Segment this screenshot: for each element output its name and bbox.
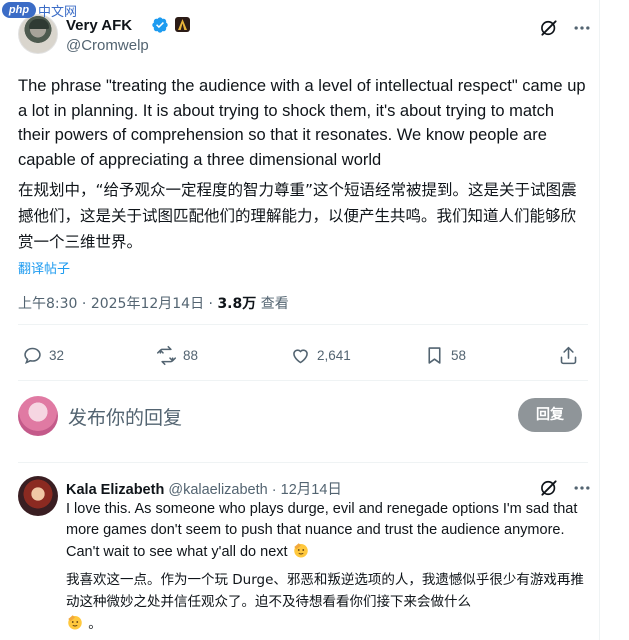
tweet-detail: Very AFK @Cromwelp The phrase "treating … [0,0,600,640]
heart-icon [293,348,308,363]
bookmark-count: 58 [451,347,467,363]
reply-text: I love this. As someone who plays durge,… [66,499,586,563]
reply-count: 32 [49,347,65,363]
author-header: Very AFK @Cromwelp [18,14,598,58]
reply-input[interactable]: 发布你的回复 [68,403,182,430]
more-options-icon[interactable] [571,478,593,498]
bookmark-action[interactable]: 58 [424,340,466,370]
saluting-face-emoji-icon [68,615,82,630]
author-avatar[interactable] [18,14,58,54]
repost-icon [156,345,177,365]
watermark-logo: php [2,2,36,18]
divider [18,324,588,325]
share-action[interactable] [558,340,585,370]
reply-text-body: I love this. As someone who plays durge,… [66,501,578,560]
site-watermark: php 中文网 [0,0,96,20]
share-icon [560,346,577,364]
reply-tweet[interactable]: Kala Elizabeth @kalaelizabeth · 12月14日 I… [18,476,590,640]
repost-count: 88 [183,347,199,363]
reply-translation-tail: 。 [88,616,102,632]
like-count: 2,641 [317,347,351,363]
saluting-face-emoji-icon [293,543,308,558]
tweet-date[interactable]: 2025年12月14日 [91,296,204,312]
reply-date[interactable]: 12月14日 [281,482,342,498]
more-options-icon[interactable] [571,18,593,38]
like-action[interactable]: 2,641 [290,340,351,370]
repost-action[interactable]: 88 [156,340,198,370]
grok-icon[interactable] [539,18,559,38]
current-user-avatar[interactable] [18,396,58,436]
reply-author-avatar[interactable] [18,476,58,516]
reply-icon [24,347,41,364]
separator-dot: · [271,482,277,498]
reply-translation-body: 我喜欢这一点。作为一个玩 Durge、邪恶和叛逆选项的人，我遗憾似乎很少有游戏再… [66,572,584,610]
verified-badge-icon [152,17,168,33]
divider [18,380,588,381]
game-badge-icon[interactable] [175,17,190,32]
reply-translation: 我喜欢这一点。作为一个玩 Durge、邪恶和叛逆选项的人，我遗憾似乎很少有游戏再… [66,569,586,635]
divider [18,462,588,463]
grok-icon[interactable] [539,478,559,498]
action-bar: 32 88 2,641 58 [18,340,588,370]
views-count: 3.8万 [217,296,257,312]
reply-submit-button[interactable]: 回复 [518,398,582,432]
views-label: 查看 [260,296,289,312]
tweet-meta: 上午8:30 · 2025年12月14日 · 3.8万 查看 [18,296,289,312]
bookmark-icon [428,346,441,364]
reply-composer: 发布你的回复 回复 [18,393,588,443]
translate-post-link[interactable]: 翻译帖子 [18,258,70,277]
tweet-text: The phrase "treating the audience with a… [18,77,586,169]
author-handle[interactable]: @Cromwelp [66,37,149,54]
reply-author-handle[interactable]: @kalaelizabeth [168,482,267,498]
reply-action[interactable]: 32 [22,340,64,370]
tweet-translation: 在规划中，“给予观众一定程度的智力尊重”这个短语经常被提到。这是关于试图震撼他们… [18,181,577,251]
reply-header: Kala Elizabeth @kalaelizabeth · 12月14日 [66,478,342,499]
reply-author-name[interactable]: Kala Elizabeth [66,482,164,498]
tweet-time[interactable]: 上午8:30 [18,296,77,312]
watermark-text: 中文网 [38,4,78,20]
